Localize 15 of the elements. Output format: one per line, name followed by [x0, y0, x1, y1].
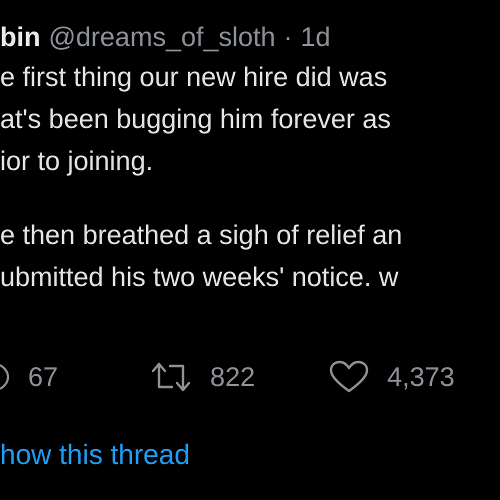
timestamp[interactable]: 1d: [300, 16, 331, 58]
show-thread-link[interactable]: how this thread: [0, 439, 190, 470]
retweet-icon: [150, 361, 192, 393]
action-count: 4,373: [387, 361, 455, 394]
separator-dot: ·: [284, 21, 293, 54]
tweet-text-line: e then breathed a sigh of relief an: [0, 219, 404, 252]
author-name[interactable]: bin: [0, 16, 40, 58]
action-count: 822: [210, 361, 256, 394]
heart-icon: [329, 360, 370, 394]
tweet-text-line: ior to joining.: [0, 145, 154, 178]
tweet-text-line: at's been bugging him forever as: [0, 103, 392, 136]
author-handle[interactable]: @dreams_of_sloth: [48, 16, 276, 58]
tweet-text-line: ubmitted his two weeks' notice. w: [0, 261, 400, 294]
tweet-text-line: e first thing our new hire did was: [0, 61, 388, 94]
action-count: 67: [28, 361, 58, 394]
